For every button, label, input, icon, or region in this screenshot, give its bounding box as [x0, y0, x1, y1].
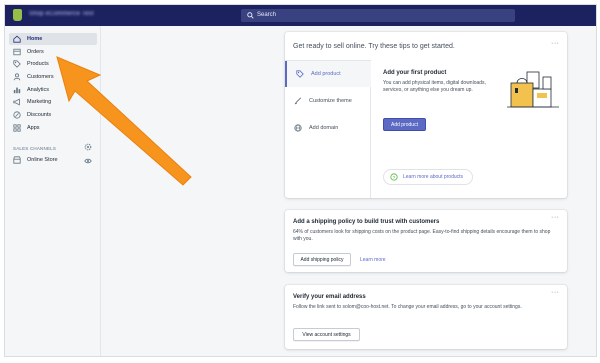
- brush-icon: [294, 97, 302, 105]
- store-name[interactable]: Shop eCommerce Test: [29, 11, 94, 17]
- view-account-settings-button[interactable]: View account settings: [293, 328, 360, 341]
- search-icon: [247, 12, 254, 19]
- sidebar-item-label: Customers: [27, 74, 54, 80]
- tag-icon: [296, 70, 304, 78]
- store-icon: [13, 156, 21, 164]
- tab-label: Add product: [311, 71, 341, 77]
- app-window: Shop eCommerce Test Search Home Orders P…: [4, 4, 597, 357]
- more-actions-icon[interactable]: ···: [551, 214, 560, 221]
- help-circle-icon: ?: [390, 173, 398, 181]
- more-actions-icon[interactable]: ···: [551, 289, 560, 296]
- more-actions-icon[interactable]: ···: [551, 40, 560, 47]
- sidebar-item-marketing[interactable]: Marketing: [9, 96, 97, 108]
- person-icon: [13, 73, 21, 81]
- sidebar-item-label: Analytics: [27, 87, 50, 93]
- tab-label: Customize theme: [309, 98, 352, 104]
- tips-card-title: Get ready to sell online. Try these tips…: [293, 43, 455, 50]
- orders-icon: [13, 48, 21, 56]
- shopify-logo-icon[interactable]: [13, 9, 22, 21]
- sidebar-item-discounts[interactable]: Discounts: [9, 109, 97, 121]
- add-product-button[interactable]: Add product: [383, 118, 426, 131]
- globe-icon: [294, 124, 302, 132]
- shipping-card-title: Add a shipping policy to build trust wit…: [293, 219, 440, 225]
- sidebar-item-label: Apps: [27, 125, 40, 131]
- tag-icon: [13, 60, 21, 68]
- view-store-eye-icon[interactable]: [84, 157, 92, 165]
- discount-icon: [13, 111, 21, 119]
- tab-customize-theme[interactable]: Customize theme: [285, 88, 371, 114]
- home-icon: [13, 35, 21, 43]
- shipping-policy-card: Add a shipping policy to build trust wit…: [285, 210, 567, 272]
- sidebar: Home Orders Products Customers Analytics…: [5, 26, 101, 356]
- tab-add-domain[interactable]: Add domain: [285, 115, 371, 141]
- search-placeholder: Search: [257, 12, 277, 18]
- sidebar-item-label: Orders: [27, 49, 44, 55]
- tab-add-product[interactable]: Add product: [285, 61, 371, 87]
- verify-card-text: Follow the link sent to solom@coo-host.n…: [293, 304, 522, 310]
- verify-card-title: Verify your email address: [293, 294, 366, 300]
- verify-email-card: Verify your email address ··· Follow the…: [285, 285, 567, 349]
- apps-grid-icon: [13, 124, 21, 132]
- next-card-edge: [285, 356, 385, 357]
- sidebar-item-label: Products: [27, 61, 49, 67]
- megaphone-icon: [13, 98, 20, 106]
- sidebar-item-label: Marketing: [27, 99, 52, 105]
- shipping-card-text: 64% of customers look for shipping costs…: [293, 229, 551, 242]
- learn-more-link[interactable]: Learn more: [360, 257, 386, 263]
- sales-channels-heading: SALES CHANNELS: [13, 146, 57, 151]
- bar-chart-icon: [13, 87, 21, 94]
- sidebar-item-label: Home: [27, 36, 43, 42]
- sidebar-item-customers[interactable]: Customers: [9, 71, 97, 83]
- svg-text:?: ?: [393, 175, 396, 181]
- learn-more-text: Learn more about products: [403, 174, 464, 180]
- sidebar-item-analytics[interactable]: Analytics: [9, 84, 97, 96]
- sidebar-item-orders[interactable]: Orders: [9, 46, 97, 58]
- add-sales-channel-icon[interactable]: [84, 143, 92, 151]
- tab-label: Add domain: [309, 125, 339, 131]
- top-bar: Shop eCommerce Test Search: [5, 5, 596, 26]
- learn-more-products-link[interactable]: ? Learn more about products: [383, 169, 473, 185]
- sidebar-item-label: Discounts: [27, 112, 52, 118]
- shopping-illustration: [507, 71, 559, 108]
- sidebar-item-apps[interactable]: Apps: [9, 122, 97, 134]
- search-bar[interactable]: Search: [241, 9, 515, 22]
- panel-description: You can add physical items, digital down…: [383, 80, 486, 93]
- sidebar-item-home[interactable]: Home: [9, 33, 97, 45]
- tips-tabs: Add product Customize theme Add domain: [285, 60, 371, 198]
- sidebar-item-label: Online Store: [27, 157, 58, 163]
- sidebar-item-products[interactable]: Products: [9, 58, 97, 70]
- tips-card: Get ready to sell online. Try these tips…: [285, 32, 567, 198]
- add-shipping-policy-button[interactable]: Add shipping policy: [293, 253, 351, 266]
